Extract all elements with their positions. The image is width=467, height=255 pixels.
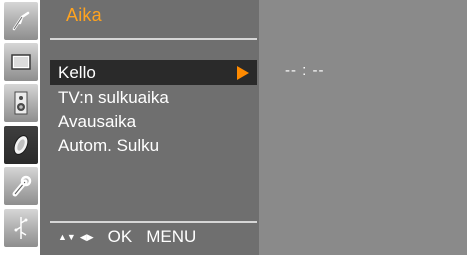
menu-item-label: Autom. Sulku <box>58 136 160 155</box>
speaker-icon[interactable] <box>4 84 38 122</box>
title-divider <box>50 38 257 40</box>
value-area: -- : -- <box>259 0 467 255</box>
left-right-arrows-icon: ◀▶ <box>79 232 94 242</box>
arrow-right-icon <box>237 66 249 80</box>
menu-item-label: TV:n sulkuaika <box>58 88 169 107</box>
up-down-arrows-icon: ▲▼ <box>58 232 76 242</box>
clock-disc-icon[interactable] <box>4 126 38 164</box>
input-plug-icon[interactable] <box>4 209 38 247</box>
screen-icon[interactable] <box>4 43 38 81</box>
menu-panel: Aika Kello TV:n sulkuaika Avausaika Auto… <box>40 0 259 255</box>
antenna-icon[interactable] <box>4 2 38 40</box>
clock-value: -- : -- <box>285 62 325 79</box>
footer-divider <box>50 221 257 223</box>
menu-category-sidebar <box>2 0 42 255</box>
wrench-icon[interactable] <box>4 167 38 205</box>
menu-footer-hints: ▲▼ ◀▶ OK MENU <box>58 226 196 248</box>
menu-hint: MENU <box>146 227 197 246</box>
menu-title: Aika <box>66 5 102 25</box>
menu-item-label: Kello <box>58 63 96 82</box>
menu-item-autom-sulku[interactable]: Autom. Sulku <box>50 133 257 158</box>
menu-item-tv-sulkuaika[interactable]: TV:n sulkuaika <box>50 85 257 110</box>
ok-hint: OK <box>107 227 133 246</box>
menu-item-kello[interactable]: Kello <box>50 60 257 85</box>
osd-menu-screen: Aika Kello TV:n sulkuaika Avausaika Auto… <box>0 0 467 255</box>
menu-item-label: Avausaika <box>58 112 137 131</box>
menu-item-avausaika[interactable]: Avausaika <box>50 109 257 134</box>
